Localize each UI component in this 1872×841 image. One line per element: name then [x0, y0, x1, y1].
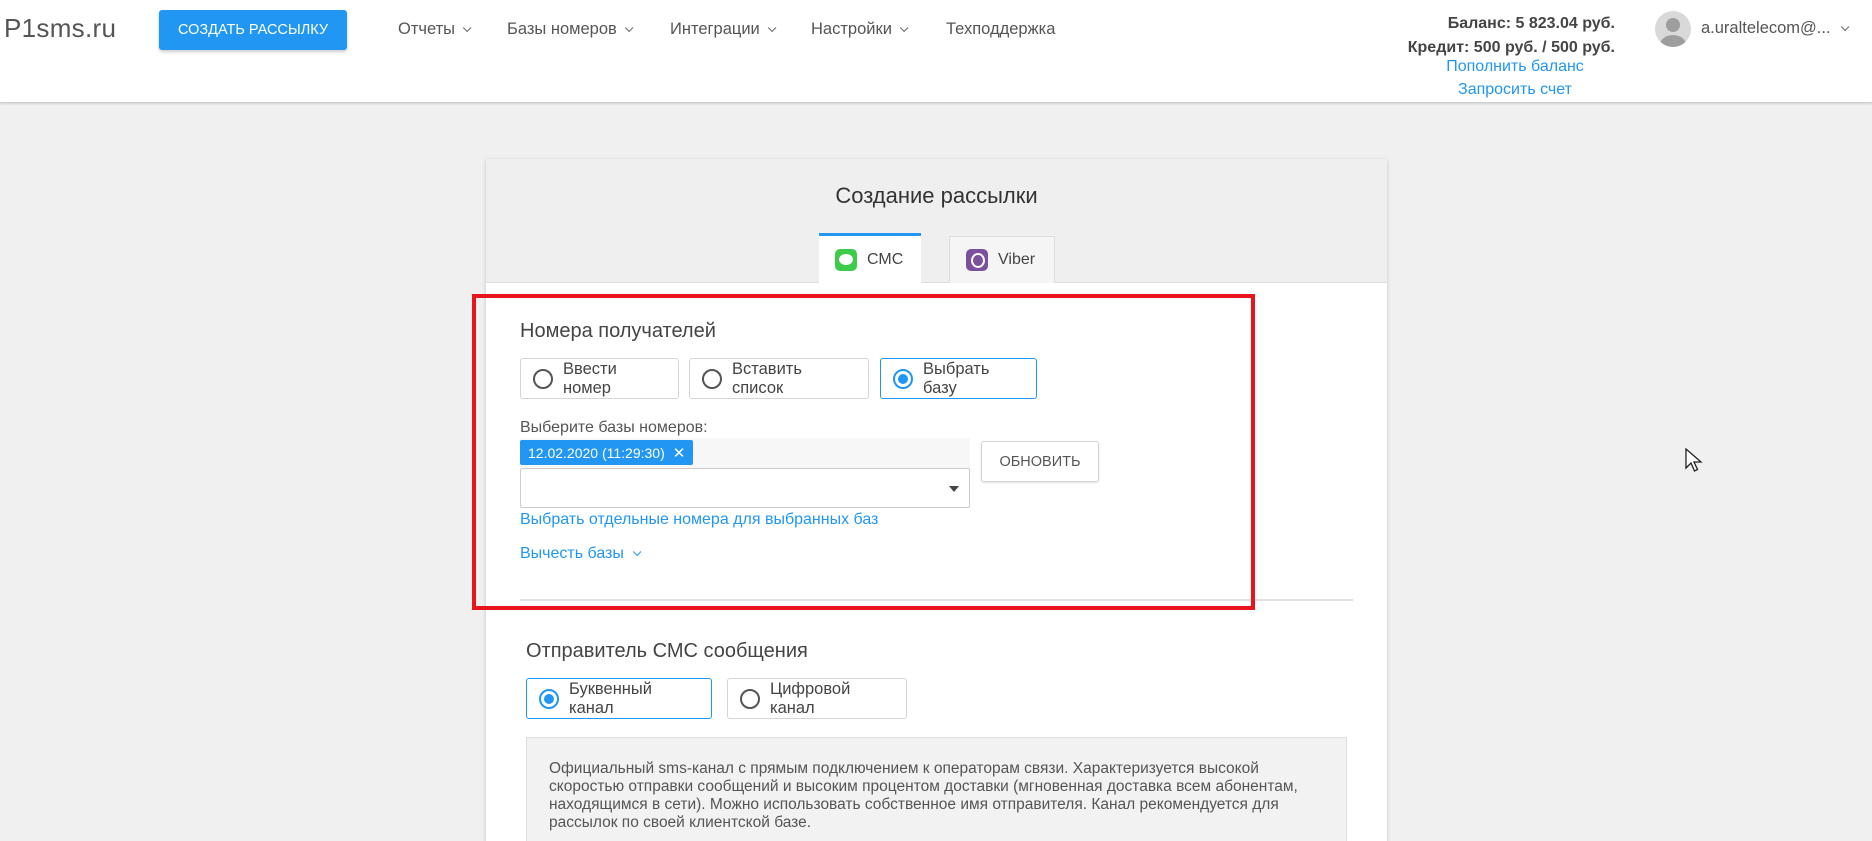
page-title: Создание рассылки — [835, 183, 1038, 208]
radio-selected-icon — [539, 688, 559, 709]
tab-sms[interactable]: СМС — [819, 233, 921, 284]
option-alpha-channel[interactable]: Буквенный канал — [526, 678, 712, 719]
nav-support-label: Техподдержка — [946, 20, 1056, 38]
balance-block: Баланс: 5 823.04 руб. Кредит: 500 руб. /… — [1408, 12, 1615, 60]
user-menu[interactable]: a.uraltelecom@... — [1701, 19, 1849, 38]
sms-icon — [835, 249, 857, 271]
nav-integrations[interactable]: Интеграции — [670, 20, 777, 39]
option-alpha-channel-label: Буквенный канал — [569, 679, 652, 717]
sender-title: Отправитель СМС сообщения — [526, 640, 808, 662]
site-logo[interactable]: P1sms.ru — [4, 13, 116, 44]
chevron-down-icon — [899, 23, 909, 32]
option-digital-channel[interactable]: Цифровой канал — [727, 678, 907, 719]
highlight-frame — [472, 294, 1255, 610]
option-digital-channel-label: Цифровой канал — [770, 679, 851, 717]
balance-text: Баланс: 5 823.04 руб. — [1447, 15, 1615, 32]
nav-reports[interactable]: Отчеты — [398, 20, 472, 39]
viber-icon — [966, 249, 988, 271]
chevron-down-icon — [462, 23, 472, 32]
create-campaign-button[interactable]: СОЗДАТЬ РАССЫЛКУ — [159, 10, 347, 50]
channel-description: Официальный sms-канал с прямым подключен… — [526, 737, 1347, 841]
nav-number-bases[interactable]: Базы номеров — [507, 20, 634, 39]
topup-balance-link[interactable]: Пополнить баланс — [1415, 58, 1615, 76]
tab-viber-label: Viber — [998, 251, 1036, 268]
chevron-down-icon — [1840, 22, 1849, 31]
mouse-cursor-icon — [1685, 448, 1703, 472]
top-header: P1sms.ru СОЗДАТЬ РАССЫЛКУ Отчеты Базы но… — [0, 0, 1872, 103]
nav-settings[interactable]: Настройки — [811, 20, 909, 39]
user-email: a.uraltelecom@... — [1701, 19, 1831, 37]
request-invoice-link[interactable]: Запросить счет — [1415, 81, 1615, 99]
tab-viber[interactable]: Viber — [949, 236, 1055, 283]
nav-settings-label: Настройки — [811, 20, 892, 38]
nav-reports-label: Отчеты — [398, 20, 456, 38]
user-avatar[interactable] — [1655, 11, 1691, 47]
nav-support[interactable]: Техподдержка — [946, 20, 1055, 39]
chevron-down-icon — [624, 23, 634, 32]
radio-icon — [740, 688, 760, 709]
nav-number-bases-label: Базы номеров — [507, 20, 617, 38]
credit-text: Кредит: 500 руб. / 500 руб. — [1407, 39, 1615, 56]
tab-sms-label: СМС — [867, 251, 904, 268]
chevron-down-icon — [767, 23, 777, 32]
card-header: Создание рассылки СМС Viber — [486, 159, 1387, 284]
nav-integrations-label: Интеграции — [670, 20, 760, 38]
